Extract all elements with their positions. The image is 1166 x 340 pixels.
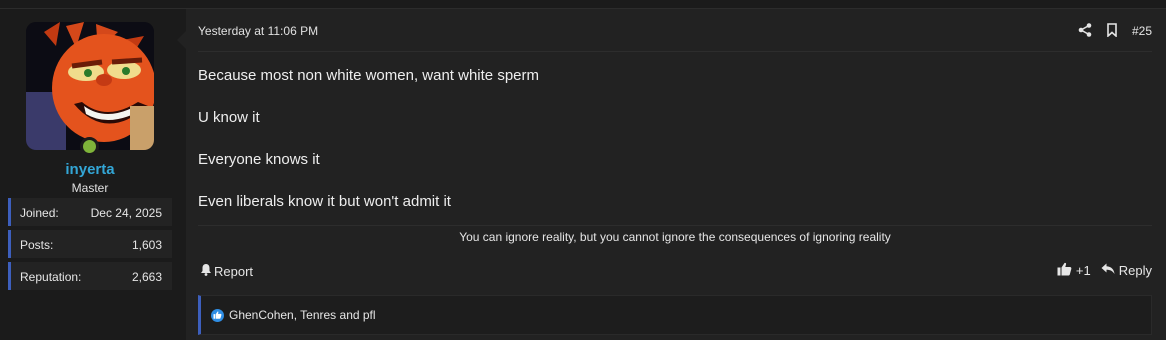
online-status-indicator: [80, 137, 99, 156]
like-reaction-icon: [211, 308, 224, 322]
reply-label: Reply: [1118, 263, 1152, 278]
username-link[interactable]: inyerta: [0, 161, 180, 178]
bell-icon: [200, 263, 212, 279]
post-paragraph: U know it: [198, 109, 260, 126]
post-footer-actions: +1 Reply: [1057, 262, 1152, 279]
stat-value: 1,603: [131, 238, 162, 252]
post-number-link[interactable]: #25: [1132, 24, 1152, 38]
stat-value: Dec 24, 2025: [90, 206, 162, 220]
post-timestamp[interactable]: Yesterday at 11:06 PM: [198, 24, 318, 38]
post-content-panel: Yesterday at 11:06 PM #25 Because most n…: [177, 9, 1166, 340]
reactions-bar: GhenCohen, Tenres and pfl: [198, 295, 1152, 335]
stat-label: Reputation:: [20, 270, 82, 284]
user-stat-reputation: Reputation: 2,663: [8, 262, 172, 290]
stat-value: 2,663: [131, 270, 162, 284]
like-button[interactable]: +1: [1057, 262, 1091, 279]
post-paragraph: Because most non white women, want white…: [198, 67, 539, 84]
reply-button[interactable]: Reply: [1101, 263, 1152, 278]
post-body: Because most non white women, want white…: [198, 67, 539, 235]
stat-label: Joined:: [20, 206, 59, 220]
user-info-panel: inyerta Master Joined: Dec 24, 2025 Post…: [0, 9, 180, 340]
report-label: Report: [214, 263, 254, 279]
post-header-actions: #25: [1078, 22, 1152, 40]
reply-icon: [1101, 263, 1115, 278]
user-stat-joined: Joined: Dec 24, 2025: [8, 198, 172, 226]
post-paragraph: Everyone knows it: [198, 151, 320, 168]
avatar-image: [26, 22, 154, 150]
forum-post: inyerta Master Joined: Dec 24, 2025 Post…: [0, 8, 1166, 340]
reactions-list-link[interactable]: GhenCohen, Tenres and pfl: [229, 308, 376, 322]
user-stat-posts: Posts: 1,603: [8, 230, 172, 258]
bookmark-icon[interactable]: [1106, 22, 1118, 40]
avatar[interactable]: [26, 22, 154, 150]
report-button[interactable]: Report: [200, 263, 253, 279]
signature-divider: [198, 225, 1152, 226]
stat-label: Posts:: [20, 238, 54, 252]
like-count: +1: [1075, 263, 1091, 278]
user-signature: You can ignore reality, but you cannot i…: [459, 230, 891, 244]
thumbs-up-icon: [1057, 262, 1072, 279]
post-paragraph: Even liberals know it but won't admit it: [198, 193, 451, 210]
header-divider: [198, 51, 1152, 52]
speech-arrow: [177, 31, 186, 49]
share-icon[interactable]: [1078, 22, 1092, 40]
user-title: Master: [71, 181, 109, 195]
